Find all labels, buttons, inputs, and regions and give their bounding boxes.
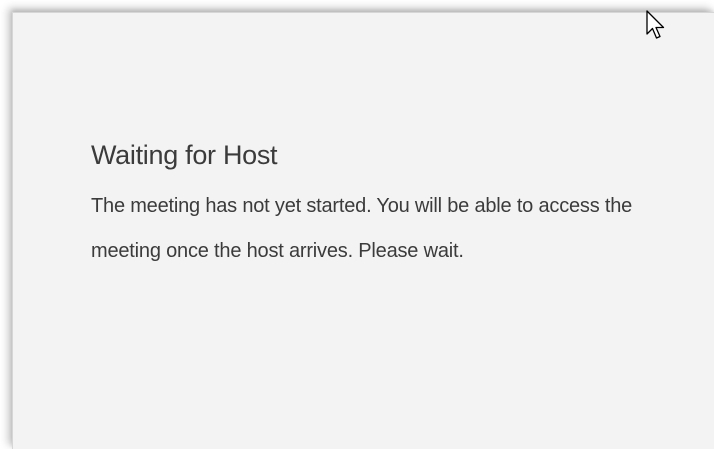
mouse-pointer-icon	[646, 10, 665, 39]
dialog-content: Waiting for Host The meeting has not yet…	[91, 138, 691, 274]
dialog-title: Waiting for Host	[91, 140, 278, 170]
dialog-message: The meeting has not yet started. You wil…	[91, 195, 633, 262]
waiting-for-host-dialog: Waiting for Host The meeting has not yet…	[12, 12, 714, 449]
screen: Waiting for Host The meeting has not yet…	[0, 0, 714, 449]
